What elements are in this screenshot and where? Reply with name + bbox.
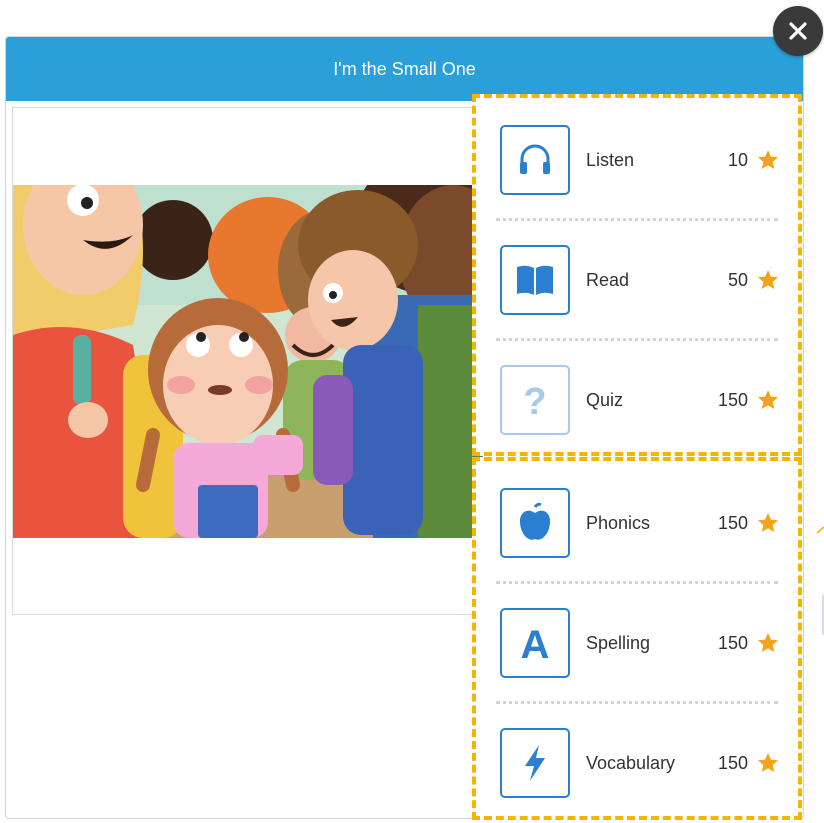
apple-icon — [519, 503, 551, 540]
edge-indicator — [816, 526, 824, 635]
star-icon — [758, 753, 778, 772]
star-icon — [758, 633, 778, 652]
activity-listen[interactable]: Listen 10 — [476, 100, 798, 220]
open-book-icon — [517, 265, 553, 295]
listen-icon-box — [500, 125, 570, 195]
svg-text:A: A — [521, 623, 550, 663]
quiz-icon-box: ? — [500, 365, 570, 435]
activity-label: Phonics — [586, 512, 651, 533]
star-icon — [758, 270, 778, 289]
activity-points: 150 — [717, 389, 748, 410]
activity-label: Vocabulary — [586, 752, 676, 773]
activity-points: 150 — [717, 752, 748, 773]
star-icon — [758, 390, 778, 409]
svg-text:?: ? — [523, 381, 546, 420]
modal-title: I'm the Small One — [333, 58, 476, 79]
activity-quiz[interactable]: ? Quiz 150 — [476, 340, 798, 460]
reading-activities-group: Listen 10 Read 50 ? Quiz 150 — [472, 94, 802, 456]
activity-label: Spelling — [586, 632, 651, 653]
letter-a-icon: A — [521, 623, 550, 663]
skill-activities-group: Phonics 150 A Spelling 150 Vocabulary 15… — [472, 457, 802, 820]
activity-vocabulary[interactable]: Vocabulary 150 — [476, 703, 798, 823]
close-button[interactable] — [773, 6, 823, 56]
lightning-bolt-icon — [525, 745, 545, 781]
book-cover-illustration[interactable] — [13, 185, 483, 538]
modal-header: I'm the Small One — [6, 37, 803, 101]
close-icon — [789, 22, 807, 40]
star-icon — [758, 150, 778, 169]
headphones-icon — [520, 144, 550, 174]
activity-spelling[interactable]: A Spelling 150 — [476, 583, 798, 703]
activity-points: 150 — [717, 632, 748, 653]
read-icon-box — [500, 245, 570, 315]
activity-label: Read — [586, 269, 630, 290]
star-icon — [758, 513, 778, 532]
activity-points: 50 — [727, 269, 748, 290]
spelling-icon-box: A — [500, 608, 570, 678]
activity-points: 10 — [727, 149, 748, 170]
phonics-icon-box — [500, 488, 570, 558]
activity-points: 150 — [717, 512, 748, 533]
activity-label: Quiz — [586, 389, 624, 410]
activity-read[interactable]: Read 50 — [476, 220, 798, 340]
activity-phonics[interactable]: Phonics 150 — [476, 463, 798, 583]
vocabulary-icon-box — [500, 728, 570, 798]
question-mark-icon: ? — [523, 381, 546, 420]
activity-label: Listen — [586, 149, 635, 170]
